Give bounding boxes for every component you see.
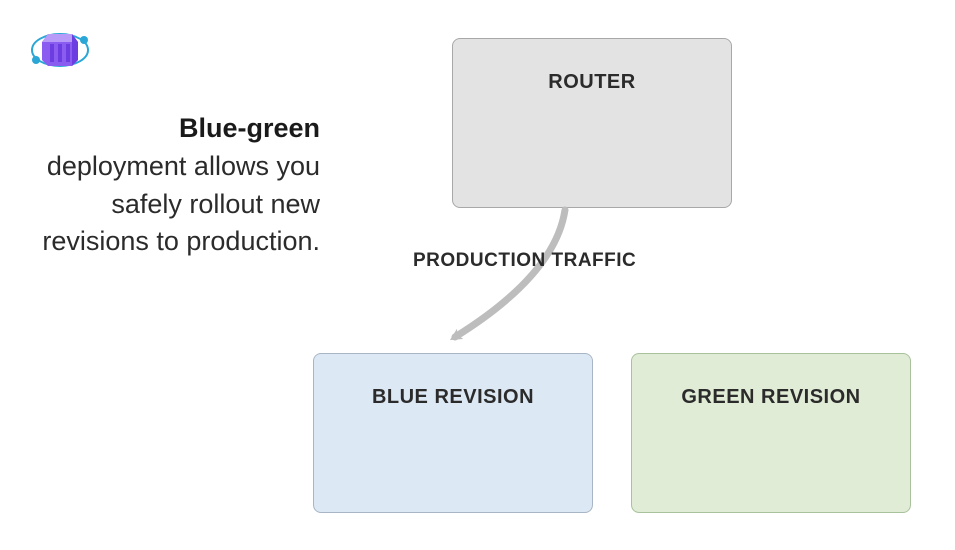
blue-revision-label: BLUE REVISION (372, 386, 534, 409)
blue-revision-box: BLUE REVISION (313, 353, 593, 513)
green-revision-box: GREEN REVISION (631, 353, 911, 513)
production-traffic-label: PRODUCTION TRAFFIC (413, 250, 636, 272)
description-text: Blue-green deployment allows you safely … (40, 110, 320, 261)
router-label: ROUTER (548, 71, 635, 94)
traffic-arrow (410, 205, 600, 365)
description-bold: Blue-green (179, 113, 320, 143)
green-revision-label: GREEN REVISION (681, 386, 860, 409)
description-rest: deployment allows you safely rollout new… (42, 151, 320, 257)
router-box: ROUTER (452, 38, 732, 208)
container-apps-icon (24, 12, 96, 84)
